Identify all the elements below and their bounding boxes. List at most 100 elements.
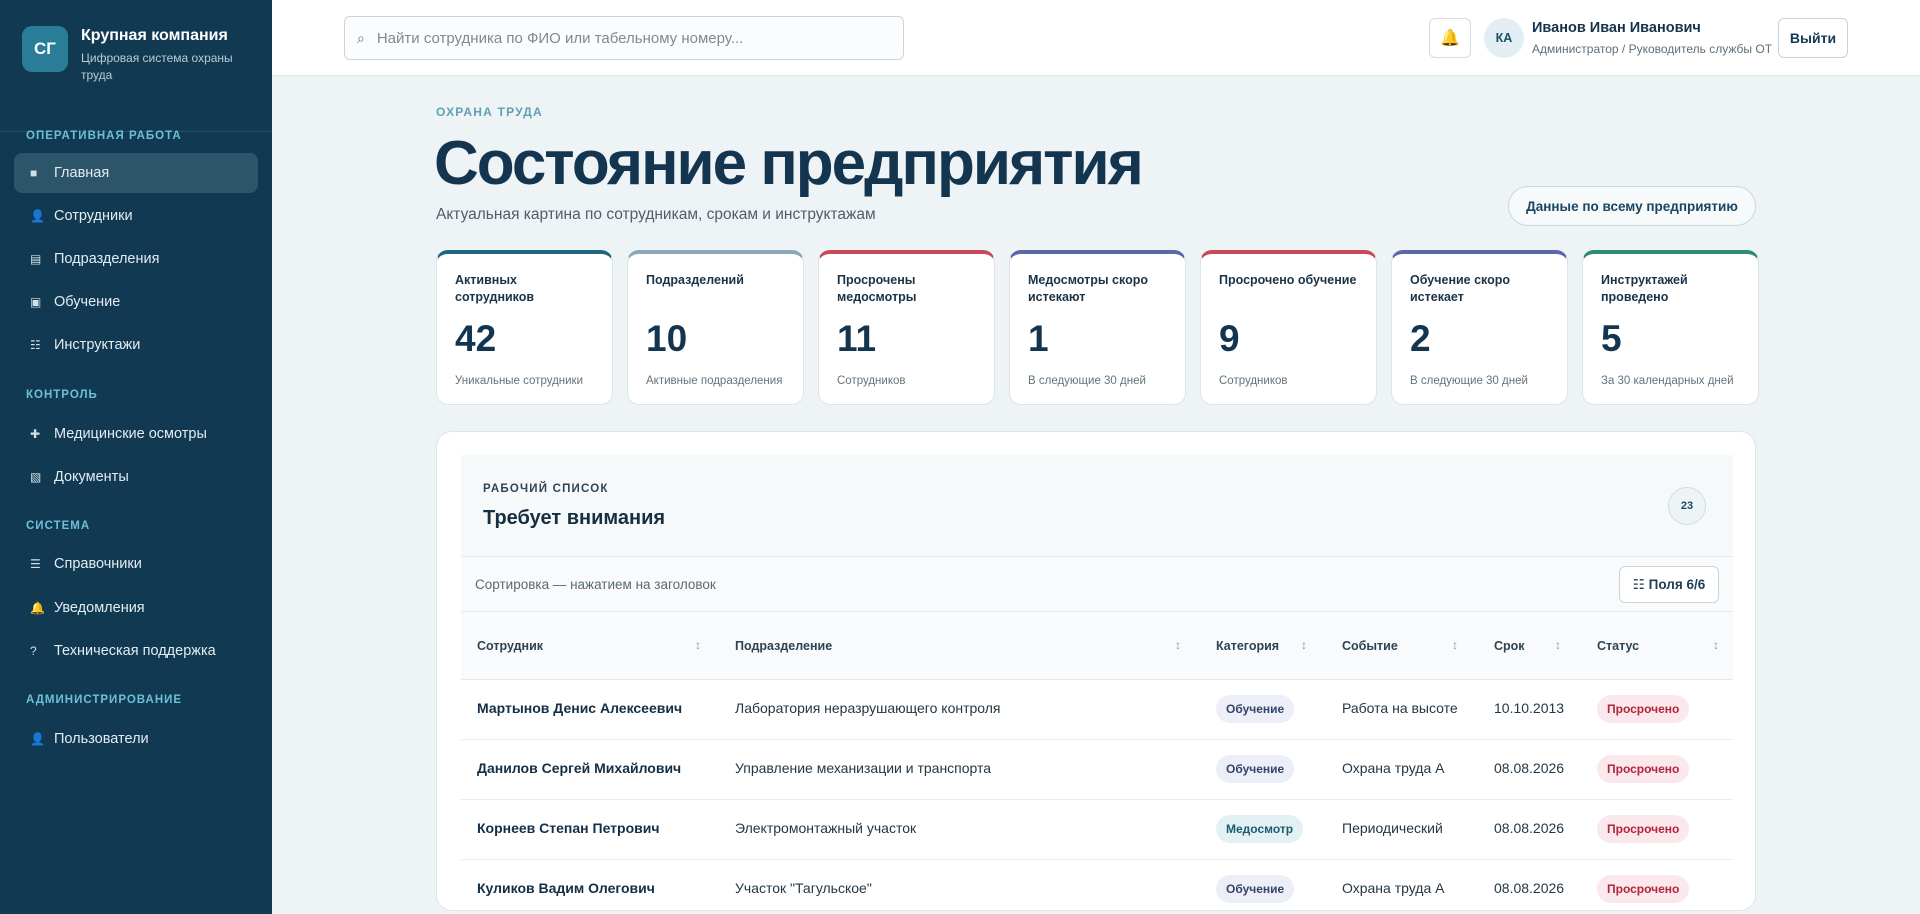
sidebar-item-label: Инструктажи xyxy=(54,337,141,353)
sidebar-item-documents[interactable]: ▧ Документы xyxy=(14,457,258,497)
stat-label: Просрочено обучение xyxy=(1219,273,1357,287)
stat-card-active-employees[interactable]: Активных сотрудников 42 Уникальные сотру… xyxy=(436,250,613,405)
brand-title: Крупная компания xyxy=(81,27,228,44)
sidebar-item-label: Сотрудники xyxy=(54,208,133,224)
table-row[interactable]: Данилов Сергей Михайлович Управление мех… xyxy=(461,740,1733,800)
status-badge: Просрочено xyxy=(1597,755,1690,783)
page-title: Состояние предприятия xyxy=(434,129,1144,198)
table-row[interactable]: Корнеев Степан Петрович Электромонтажный… xyxy=(461,800,1733,860)
sort-icon[interactable]: ↕ xyxy=(1301,638,1307,652)
employee-name[interactable]: Корнеев Степан Петрович xyxy=(477,820,659,836)
search-placeholder: Найти сотрудника по ФИО или табельному н… xyxy=(376,29,744,47)
home-icon: ■ xyxy=(30,166,38,180)
sidebar-item-training[interactable]: ▣ Обучение xyxy=(14,282,258,322)
category-chip: Обучение xyxy=(1216,875,1295,903)
sidebar-item-support[interactable]: ? Техническая поддержка xyxy=(14,631,258,671)
sort-icon[interactable]: ↕ xyxy=(1452,638,1458,652)
brand: СГ Крупная компания Цифровая система охр… xyxy=(0,0,272,132)
sort-icon[interactable]: ↕ xyxy=(695,638,701,652)
worklist-title: Требует внимания xyxy=(483,507,666,529)
department: Лаборатория неразрушающего контроля xyxy=(735,700,1001,716)
table-row[interactable]: Мартынов Денис Алексеевич Лаборатория не… xyxy=(461,680,1733,740)
stat-card-training-overdue[interactable]: Просрочено обучение 9 Сотрудников xyxy=(1200,250,1377,405)
table-header: Сотрудник ↕ Подразделение ↕ Категория ↕ … xyxy=(461,612,1733,680)
stat-value: 5 xyxy=(1601,318,1622,359)
category-chip: Обучение xyxy=(1216,755,1295,783)
user-name: Иванов Иван Иванович xyxy=(1532,20,1701,36)
sort-icon[interactable]: ↕ xyxy=(1555,638,1561,652)
stat-note: Сотрудников xyxy=(837,375,906,387)
stat-card-medical-expiring[interactable]: Медосмотры скоро истекают 1 В следующие … xyxy=(1009,250,1186,405)
column-department[interactable]: Подразделение xyxy=(735,639,832,653)
column-employee[interactable]: Сотрудник xyxy=(477,639,543,653)
worklist-panel: РАБОЧИЙ СПИСОК Требует внимания 23 Сорти… xyxy=(436,431,1756,911)
stat-card-training-expiring[interactable]: Обучение скоро истекает 2 В следующие 30… xyxy=(1391,250,1568,405)
stat-label: Просрочены медосмотры xyxy=(837,273,917,304)
sidebar-item-briefings[interactable]: ☷ Инструктажи xyxy=(14,325,258,365)
nav-section-system: Система xyxy=(26,520,91,532)
table-row[interactable]: Куликов Вадим Олегович Участок "Тагульск… xyxy=(461,860,1733,910)
stat-value: 9 xyxy=(1219,318,1240,359)
stat-card-medical-overdue[interactable]: Просрочены медосмотры 11 Сотрудников xyxy=(818,250,995,405)
stat-note: В следующие 30 дней xyxy=(1410,375,1528,387)
employee-name[interactable]: Мартынов Денис Алексеевич xyxy=(477,700,682,716)
sort-icon[interactable]: ↕ xyxy=(1175,638,1181,652)
sort-hint: Сортировка — нажатием на заголовок xyxy=(475,577,716,592)
employee-name[interactable]: Данилов Сергей Михайлович xyxy=(477,760,681,776)
sidebar-item-label: Справочники xyxy=(54,556,142,572)
column-status[interactable]: Статус xyxy=(1597,639,1639,653)
stat-label: Подразделений xyxy=(646,273,744,287)
user-icon: 👤 xyxy=(30,209,45,223)
event: Охрана труда А xyxy=(1342,880,1445,896)
search-icon: ⌕ xyxy=(357,29,365,46)
user-role: Администратор / Руководитель службы ОТ xyxy=(1532,42,1773,56)
stats-row: Активных сотрудников 42 Уникальные сотру… xyxy=(436,250,1759,405)
building-icon: ▤ xyxy=(30,252,42,266)
sidebar-item-notifications[interactable]: 🔔 Уведомления xyxy=(14,588,258,628)
stat-label: Обучение скоро истекает xyxy=(1410,273,1511,304)
sidebar-item-label: Подразделения xyxy=(54,251,160,267)
event: Периодический xyxy=(1342,820,1443,836)
notifications-button[interactable]: 🔔 xyxy=(1429,18,1471,58)
employee-name[interactable]: Куликов Вадим Олегович xyxy=(477,880,655,896)
stat-card-briefings[interactable]: Инструктажей проведено 5 За 30 календарн… xyxy=(1582,250,1759,405)
sidebar-item-medical[interactable]: ✚ Медицинские осмотры xyxy=(14,414,258,454)
avatar[interactable]: КА xyxy=(1484,18,1524,58)
sidebar-item-users[interactable]: 👤 Пользователи xyxy=(14,719,258,759)
department: Электромонтажный участок xyxy=(735,820,917,836)
logout-button[interactable]: Выйти xyxy=(1778,18,1848,58)
category-chip: Обучение xyxy=(1216,695,1295,723)
sidebar-item-home[interactable]: ■ Главная xyxy=(14,153,258,193)
due-date: 10.10.2013 xyxy=(1494,700,1565,716)
main-content: ОХРАНА ТРУДА Состояние предприятия Актуа… xyxy=(272,76,1920,914)
page-eyebrow: ОХРАНА ТРУДА xyxy=(436,105,543,119)
sidebar-item-departments[interactable]: ▤ Подразделения xyxy=(14,239,258,279)
stat-label: Медосмотры скоро истекают xyxy=(1028,273,1148,304)
sidebar-item-directories[interactable]: ☰ Справочники xyxy=(14,544,258,584)
sort-icon[interactable]: ↕ xyxy=(1713,638,1719,652)
topbar: ⌕ Найти сотрудника по ФИО или табельному… xyxy=(272,0,1920,76)
column-due[interactable]: Срок xyxy=(1494,639,1525,653)
training-icon: ▣ xyxy=(30,295,42,309)
column-event[interactable]: Событие xyxy=(1342,639,1398,653)
event: Работа на высоте xyxy=(1342,700,1458,716)
document-icon: ▧ xyxy=(30,470,42,484)
stat-card-departments[interactable]: Подразделений 10 Активные подразделения xyxy=(627,250,804,405)
worklist-eyebrow: РАБОЧИЙ СПИСОК xyxy=(483,483,609,495)
scope-button[interactable]: Данные по всему предприятию xyxy=(1508,186,1756,226)
sidebar-item-label: Пользователи xyxy=(54,731,149,747)
nav-section-control: Контроль xyxy=(26,389,98,401)
stat-note: Уникальные сотрудники xyxy=(455,375,584,387)
users-icon: 👤 xyxy=(30,732,45,746)
worklist-toolbar: Сортировка — нажатием на заголовок ☷ Пол… xyxy=(461,557,1733,612)
stat-value: 2 xyxy=(1410,318,1431,359)
list-icon: ☷ xyxy=(30,338,41,352)
due-date: 08.08.2026 xyxy=(1494,820,1565,836)
fields-button[interactable]: ☷ Поля 6/6 xyxy=(1619,566,1719,603)
status-badge: Просрочено xyxy=(1597,695,1690,723)
search-input[interactable]: ⌕ Найти сотрудника по ФИО или табельному… xyxy=(344,16,904,60)
sidebar-item-employees[interactable]: 👤 Сотрудники xyxy=(14,196,258,236)
due-date: 08.08.2026 xyxy=(1494,880,1565,896)
column-category[interactable]: Категория xyxy=(1216,639,1279,653)
stat-label: Инструктажей проведено xyxy=(1601,273,1688,304)
